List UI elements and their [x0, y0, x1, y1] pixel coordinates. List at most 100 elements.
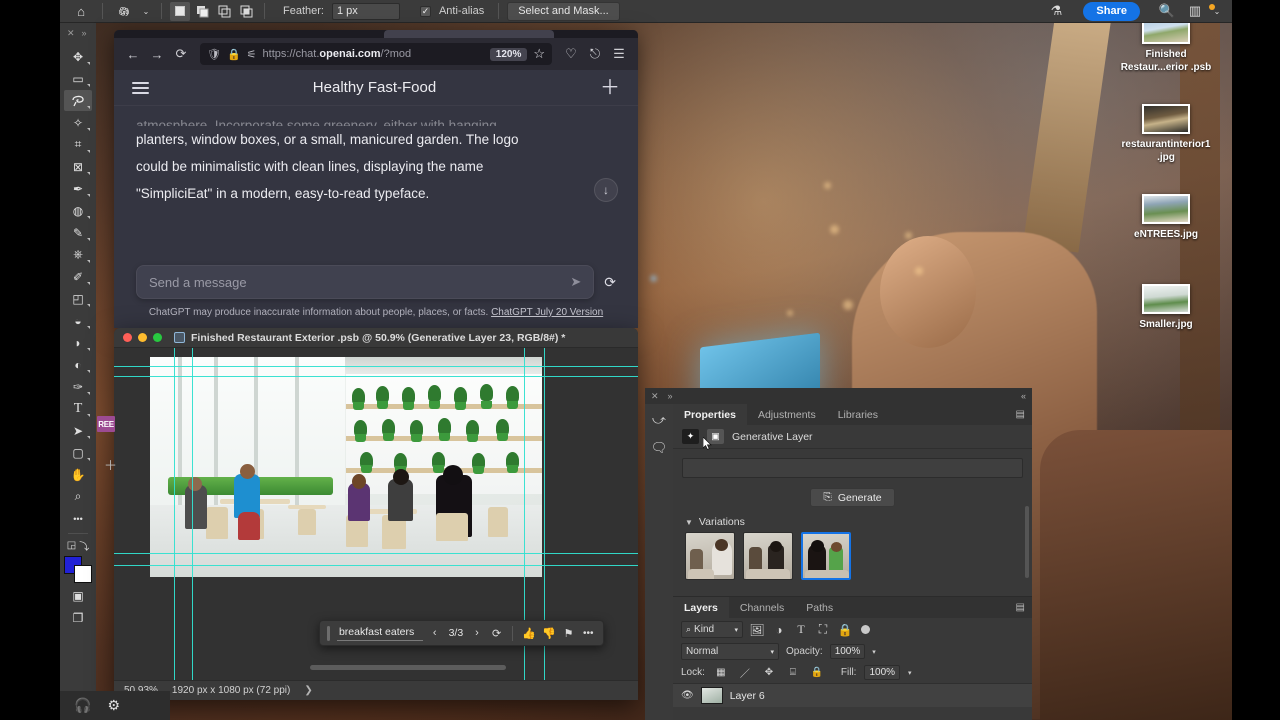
spot-healing-brush-tool[interactable]: ◍ — [64, 200, 92, 221]
clone-stamp-tool[interactable]: ⎈ — [64, 244, 92, 265]
permissions-icon[interactable]: ⚟ — [247, 48, 257, 61]
tab-adjustments[interactable]: Adjustments — [747, 404, 827, 425]
history-brush-tool[interactable]: ✐ — [64, 266, 92, 287]
tab-paths[interactable]: Paths — [795, 597, 844, 618]
default-colors-icon[interactable]: ◲ — [67, 540, 76, 551]
flask-icon[interactable]: ⚗ — [1043, 1, 1069, 22]
version-link[interactable]: ChatGPT July 20 Version — [491, 307, 603, 318]
gradient-tool[interactable]: ◒ — [64, 310, 92, 331]
comments-icon[interactable]: 🗨 — [651, 440, 668, 456]
horizontal-scrollbar[interactable] — [310, 665, 506, 670]
search-icon[interactable]: 🔍 — [1154, 1, 1180, 22]
generative-fill-taskbar[interactable]: breakfast eaters ‹ 3/3 › ⟳ 👍 👎 ⚑ ••• — [319, 620, 604, 646]
guide-vertical[interactable] — [174, 348, 175, 680]
type-filter-icon[interactable]: T — [793, 622, 809, 637]
generate-button[interactable]: ⎘ Generate — [810, 488, 895, 507]
hamburger-menu-icon[interactable]: ☰ — [609, 44, 629, 64]
feather-input[interactable]: 1 px — [331, 2, 400, 20]
ellipsis-icon[interactable]: ••• — [580, 624, 596, 642]
blend-mode-select[interactable]: Normal ▾ — [681, 643, 779, 660]
chevron-left-icon[interactable]: ‹ — [427, 624, 443, 642]
tab-libraries[interactable]: Libraries — [827, 404, 889, 425]
color-swatches[interactable] — [63, 556, 93, 584]
opacity-value[interactable]: 100% — [829, 644, 866, 659]
scroll-to-bottom-button[interactable]: ↓ — [594, 178, 618, 202]
panel-menu-icon[interactable]: ▤ — [1016, 597, 1032, 618]
guide-horizontal[interactable] — [114, 366, 638, 367]
close-button[interactable] — [123, 333, 132, 342]
tab-channels[interactable]: Channels — [729, 597, 795, 618]
share-button[interactable]: Share — [1083, 1, 1140, 21]
shield-icon[interactable]: 🛡 — [207, 48, 221, 61]
chevron-right-icon[interactable]: ❯ — [304, 685, 312, 696]
blur-tool[interactable]: ◗ — [64, 332, 92, 353]
brush-tool[interactable]: ✎ — [64, 222, 92, 243]
guide-vertical[interactable] — [192, 348, 193, 680]
rectangular-marquee-tool[interactable]: ▭ — [64, 68, 92, 89]
frame-tool[interactable]: ⊠ — [64, 156, 92, 177]
properties-scrollbar[interactable] — [1025, 506, 1029, 578]
tab-layers[interactable]: Layers — [673, 597, 729, 618]
chevron-down-icon[interactable]: ⌄ — [139, 1, 153, 22]
workspace-icon[interactable]: ▥ — [1182, 1, 1208, 22]
variation-thumbnail-2[interactable] — [743, 532, 793, 580]
guide-horizontal[interactable] — [114, 565, 638, 566]
layer-row[interactable]: 👁 Layer 6 — [673, 683, 1032, 707]
lock-position-icon[interactable]: ✥ — [761, 667, 777, 678]
canvas-area[interactable]: breakfast eaters ‹ 3/3 › ⟳ 👍 👎 ⚑ ••• — [114, 348, 638, 680]
maximize-button[interactable] — [153, 333, 162, 342]
minimize-button[interactable] — [138, 333, 147, 342]
zoom-tool[interactable]: ⌕ — [64, 486, 92, 507]
reload-icon[interactable]: ⟳ — [171, 44, 191, 64]
rectangle-tool[interactable]: ▢ — [64, 442, 92, 463]
variation-thumbnail-3[interactable] — [801, 532, 851, 580]
regenerate-icon[interactable]: ⟳ — [604, 274, 616, 291]
tab-properties[interactable]: Properties — [673, 404, 747, 425]
plus-handle-icon[interactable]: ＋ — [104, 455, 117, 474]
account-icon[interactable]: ⎋ — [585, 44, 605, 64]
crop-tool[interactable]: ⌗ — [64, 134, 92, 155]
chevron-down-icon[interactable]: ⌄ — [1209, 1, 1224, 22]
collapse-panel-icon[interactable]: « — [1021, 391, 1026, 401]
quick-mask-icon[interactable]: ▣ — [64, 585, 92, 606]
filter-kind-select[interactable]: ⌕ Kind ▾ — [681, 621, 743, 638]
back-arrow-icon[interactable]: ← — [123, 44, 143, 64]
add-to-selection-button[interactable] — [192, 2, 212, 21]
swap-colors-icon[interactable]: ⤵ — [79, 538, 89, 553]
desktop-file-restaurantinterior1[interactable]: restaurantinterior1 .jpg — [1116, 104, 1216, 164]
expand-panel-icon[interactable]: » — [668, 391, 673, 401]
generative-prompt-input[interactable] — [682, 458, 1023, 478]
lock-all-icon[interactable]: 🔒 — [809, 667, 825, 678]
variations-section-header[interactable]: ▼ Variations — [673, 507, 1032, 532]
headphones-icon[interactable]: 🎧 — [74, 697, 91, 714]
eraser-tool[interactable]: ◰ — [64, 288, 92, 309]
adjustment-filter-icon[interactable]: ◑ — [771, 623, 787, 637]
pen-tool[interactable]: ✑ — [64, 376, 92, 397]
thumbs-up-icon[interactable]: 👍 — [521, 624, 537, 642]
desktop-file-smaller[interactable]: Smaller.jpg — [1116, 284, 1216, 331]
object-selection-tool[interactable]: ✧ — [64, 112, 92, 133]
background-color-swatch[interactable] — [74, 565, 92, 583]
close-icon[interactable]: ✕ — [651, 391, 659, 402]
shape-filter-icon[interactable]: ⛶ — [815, 622, 831, 637]
lock-artboard-icon[interactable]: ⌸ — [785, 667, 801, 678]
select-and-mask-button[interactable]: Select and Mask... — [507, 1, 620, 21]
forward-arrow-icon[interactable]: → — [147, 44, 167, 64]
eyedropper-tool[interactable]: ✒ — [64, 178, 92, 199]
address-bar[interactable]: 🛡 🔒 ⚟ https://chat.openai.com/?mod 120% … — [200, 43, 552, 65]
lock-transparent-pixels-icon[interactable]: ▦ — [713, 667, 729, 678]
home-icon[interactable]: ⌂ — [68, 1, 94, 22]
variation-thumbnail-1[interactable] — [685, 532, 735, 580]
chatgpt-menu-icon[interactable] — [132, 81, 149, 94]
drag-handle[interactable] — [327, 625, 330, 641]
artboard-image[interactable] — [150, 357, 542, 577]
browser-tab[interactable] — [384, 30, 554, 38]
chevron-down-icon[interactable]: ▾ — [872, 648, 876, 656]
flag-icon[interactable]: ⚑ — [561, 624, 577, 642]
new-chat-plus-icon[interactable]: ＋ — [600, 78, 620, 98]
close-icon[interactable]: ✕ — [67, 28, 75, 39]
chevron-down-icon[interactable]: ▼ — [685, 518, 693, 527]
desktop-file-finished-restaurant-exterior[interactable]: Finished Restaur...erior .psb — [1116, 14, 1216, 74]
star-icon[interactable]: ☆ — [533, 46, 545, 62]
image-filter-icon[interactable]: 🖼 — [749, 623, 765, 637]
